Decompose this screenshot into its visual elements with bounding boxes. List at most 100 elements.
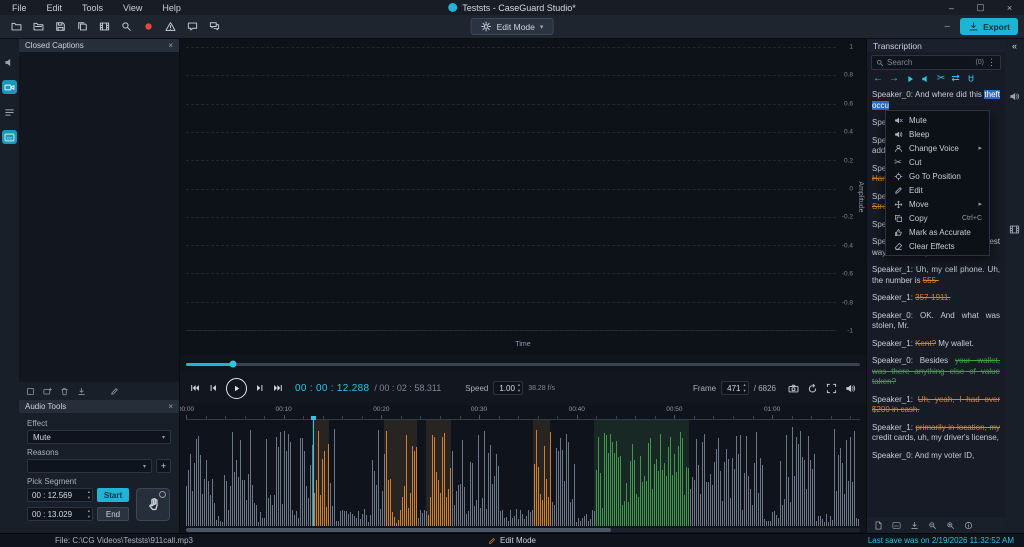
menu-item-cut[interactable]: ✂Cut (886, 155, 989, 169)
menu-item-mute[interactable]: Mute (886, 113, 989, 127)
menu-edit[interactable]: Edit (37, 3, 73, 13)
report-icon[interactable] (874, 521, 883, 530)
seek-bar[interactable] (186, 359, 860, 369)
prev-frame-icon[interactable] (208, 383, 218, 393)
segment-end-button[interactable]: End (97, 507, 129, 521)
search-input[interactable] (887, 58, 972, 67)
transcript-entry[interactable]: Speaker_1: primarily in location, my cre… (872, 423, 1000, 444)
volume-icon[interactable] (1009, 91, 1020, 102)
close-icon[interactable]: × (168, 41, 173, 50)
play-icon[interactable] (905, 74, 915, 84)
save-icon[interactable] (50, 17, 70, 36)
fit-icon[interactable] (826, 383, 837, 394)
record-icon[interactable] (138, 17, 158, 36)
open-file-icon[interactable] (6, 17, 26, 36)
menu-item-edit[interactable]: Edit (886, 183, 989, 197)
timeline-scrollbar[interactable] (186, 528, 860, 532)
captions-icon[interactable]: CC (2, 130, 17, 144)
transcript-entry[interactable]: Speaker_1: Kent? My wallet. (872, 339, 1000, 350)
transcript-entry[interactable]: Speaker_1: 357-1911. (872, 293, 1000, 304)
captions-icon[interactable]: CC (892, 521, 901, 530)
transcript-entry[interactable]: Speaker_1: Uh, yeah, I had over $200 in … (872, 395, 1000, 416)
stepper-icon[interactable]: ▴▾ (518, 383, 520, 393)
waveform-area[interactable] (186, 420, 860, 526)
menu-help[interactable]: Help (152, 3, 191, 13)
edit-icon[interactable] (110, 387, 119, 396)
transcript-entry[interactable]: Speaker_0: And where did this theft occu (872, 90, 1000, 111)
playhead-handle[interactable] (311, 416, 316, 420)
chat-icon[interactable] (204, 17, 224, 36)
segment-start-button[interactable]: Start (97, 488, 129, 502)
pick-segment-button[interactable] (136, 488, 170, 521)
scissors-icon[interactable]: ✂ (937, 74, 945, 84)
menu-tools[interactable]: Tools (72, 3, 113, 13)
menu-view[interactable]: View (113, 3, 152, 13)
timeline-scrollbar-thumb[interactable] (186, 528, 611, 532)
warning-icon[interactable] (160, 17, 180, 36)
timeline[interactable]: 00:0000:1000:2000:3000:4000:5001:00 (180, 405, 866, 526)
seek-track[interactable] (186, 363, 860, 366)
loop-icon[interactable] (807, 383, 818, 394)
info-icon[interactable] (964, 521, 973, 530)
skip-start-icon[interactable] (190, 383, 200, 393)
zoom-out-icon[interactable] (928, 521, 937, 530)
play-button[interactable] (226, 378, 247, 399)
download-icon[interactable] (77, 387, 86, 396)
seek-knob[interactable] (230, 361, 237, 368)
video-icon[interactable] (2, 80, 17, 94)
find-icon[interactable] (116, 17, 136, 36)
speed-input[interactable]: 1.00 ▴▾ (493, 381, 523, 395)
add-reason-button[interactable]: + (156, 459, 171, 473)
menu-item-bleep[interactable]: Bleep (886, 127, 989, 141)
menu-item-move[interactable]: Move▸ (886, 197, 989, 211)
camera-icon[interactable] (788, 383, 799, 394)
transcript-entry[interactable]: Speaker_1: Uh, my cell phone. Uh, the nu… (872, 265, 1000, 286)
download-icon[interactable] (910, 521, 919, 530)
stepper-icon[interactable]: ▴▾ (88, 509, 90, 519)
open-folder-icon[interactable] (28, 17, 48, 36)
volume-icon[interactable] (845, 383, 856, 394)
swap-icon[interactable]: ⇄ (951, 74, 959, 84)
overflow-dash[interactable]: – (935, 21, 961, 32)
skip-end-icon[interactable] (273, 383, 283, 393)
edit-mode-dropdown[interactable]: Edit Mode ▾ (471, 18, 554, 35)
menu-item-go-to-position[interactable]: Go To Position (886, 169, 989, 183)
speaker-icon[interactable] (921, 74, 931, 84)
film-icon[interactable] (1009, 224, 1020, 235)
comment-icon[interactable] (182, 17, 202, 36)
stepper-icon[interactable]: ▴▾ (88, 490, 90, 500)
add-caption-icon[interactable] (43, 387, 52, 396)
reasons-dropdown[interactable]: ▾ (27, 459, 152, 473)
next-frame-icon[interactable] (255, 383, 265, 393)
magnet-icon[interactable] (966, 74, 976, 84)
transcript-entry[interactable]: Speaker_0: Besides your wallet, was ther… (872, 356, 1000, 388)
undo-icon[interactable]: ← (873, 74, 883, 84)
amplitude-plot[interactable] (186, 47, 836, 331)
segment-start-input[interactable]: 00 : 12.569 ▴▾ (27, 488, 93, 502)
search-box[interactable]: (0) ⋮ (871, 55, 1001, 70)
trash-icon[interactable] (60, 387, 69, 396)
save-all-icon[interactable] (72, 17, 92, 36)
menu-item-change-voice[interactable]: Change Voice▸ (886, 141, 989, 155)
transcript-entry[interactable]: Speaker_0: OK. And what was stolen, Mr. (872, 311, 1000, 332)
timeline-playhead[interactable] (313, 416, 314, 526)
zoom-in-icon[interactable] (946, 521, 955, 530)
close-icon[interactable]: × (168, 402, 173, 411)
transcript-entry[interactable]: Speaker_0: And my voter ID, (872, 451, 1000, 462)
film-icon[interactable] (94, 17, 114, 36)
maximize-button[interactable]: ▢ (966, 0, 995, 15)
close-button[interactable]: × (995, 0, 1024, 15)
audio-icon[interactable] (2, 55, 17, 69)
kebab-menu-icon[interactable]: ⋮ (987, 57, 996, 68)
redo-icon[interactable]: → (889, 74, 899, 84)
effect-dropdown[interactable]: Mute ▾ (27, 430, 171, 444)
playlist-icon[interactable] (2, 105, 17, 119)
collapse-panel-icon[interactable]: « (1012, 41, 1017, 51)
export-button[interactable]: Export (960, 18, 1018, 35)
minimize-button[interactable]: – (937, 0, 966, 15)
segment-end-input[interactable]: 00 : 13.029 ▴▾ (27, 507, 93, 521)
menu-item-clear-effects[interactable]: Clear Effects (886, 239, 989, 253)
stepper-icon[interactable]: ▴▾ (743, 383, 745, 393)
menu-item-copy[interactable]: CopyCtrl+C (886, 211, 989, 225)
menu-file[interactable]: File (2, 3, 37, 13)
